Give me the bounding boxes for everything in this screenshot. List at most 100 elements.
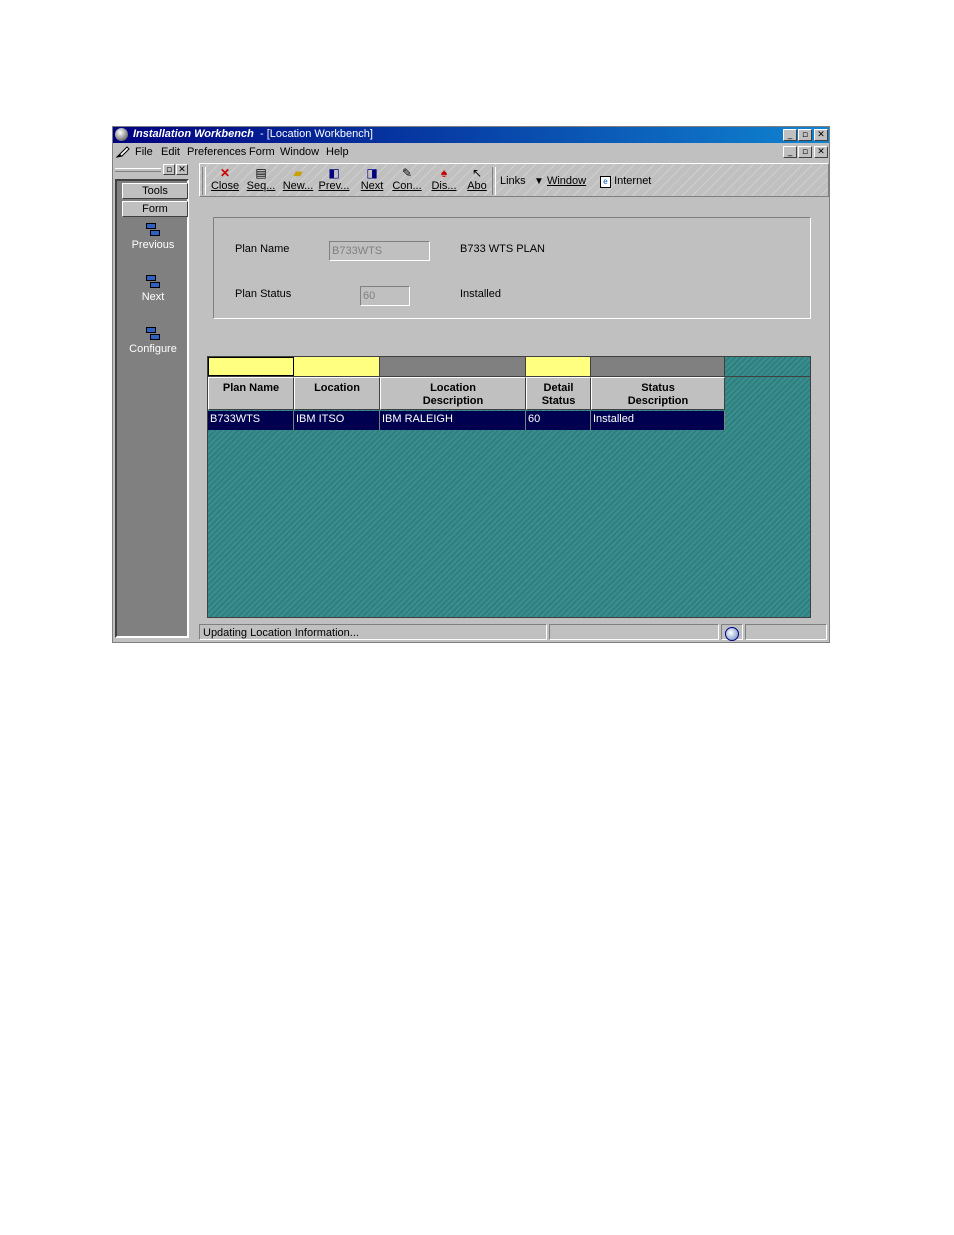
about-button[interactable]: ↖ Abo	[465, 166, 489, 192]
child-close-button[interactable]: ✕	[814, 146, 828, 158]
new-button[interactable]: ▰ New...	[282, 166, 314, 192]
dropdown-arrow-icon: ▼	[534, 176, 544, 187]
configure-button[interactable]: ✎ Con...	[391, 166, 423, 192]
minimize-button[interactable]: _	[783, 129, 797, 141]
document-icon: ▤	[255, 166, 267, 180]
links-menu[interactable]: Links	[500, 175, 526, 187]
status-pane-3	[721, 624, 743, 641]
cell-status-description[interactable]: Installed	[591, 411, 725, 430]
internet-link[interactable]: e Internet	[600, 175, 651, 188]
exit-previous[interactable]: Previous	[117, 223, 189, 251]
cell-detail-status[interactable]: 60	[526, 411, 591, 430]
child-minimize-button[interactable]: _	[783, 146, 797, 158]
tab-tools[interactable]: Tools	[122, 183, 188, 199]
internet-link-label: Internet	[614, 175, 652, 187]
column-header-plan-name[interactable]: Plan Name	[208, 377, 294, 410]
qbe-location-description[interactable]	[380, 357, 526, 376]
status-pane-4	[745, 624, 827, 640]
column-header-line: Plan Name	[222, 382, 280, 394]
next-button[interactable]: ◨ Next	[357, 166, 387, 192]
column-header-location-description[interactable]: Location Description	[380, 377, 526, 410]
cell-location[interactable]: IBM ITSO	[294, 411, 380, 430]
close-x-icon: ✕	[219, 166, 231, 180]
menu-edit[interactable]: Edit	[161, 146, 180, 158]
sequence-button[interactable]: ▤ Seq...	[246, 166, 276, 192]
grip-lines	[115, 168, 161, 172]
next-icon	[146, 275, 160, 289]
configure-label: Con...	[392, 180, 422, 192]
menu-form[interactable]: Form	[249, 146, 275, 158]
plan-status-label: Plan Status	[235, 288, 292, 300]
minimize-icon: _	[787, 147, 793, 157]
exit-previous-label: Previous	[131, 239, 175, 251]
close-window-button[interactable]: ✕	[814, 129, 828, 141]
form-area: Plan Name B733WTS B733 WTS PLAN Plan Sta…	[199, 199, 829, 623]
window-link[interactable]: ▼ Window	[534, 175, 586, 187]
panel-grip: ▫ ✕	[113, 163, 191, 179]
app-title: Installation Workbench	[133, 128, 254, 140]
display-button[interactable]: ♠ Dis...	[428, 166, 460, 192]
about-help-icon: ↖	[471, 166, 483, 180]
restore-icon: ▫	[165, 165, 173, 175]
close-icon: ✕	[817, 147, 825, 157]
next-record-icon: ◨	[366, 166, 378, 180]
toolbar: ✕ Close ▤ Seq... ▰ New... ◧ Prev... ◨ Ne…	[199, 163, 829, 197]
plan-status-description: Installed	[460, 288, 501, 300]
tab-form[interactable]: Form	[122, 201, 188, 217]
column-header-line: Status	[541, 395, 576, 407]
qbe-status-description[interactable]	[591, 357, 725, 376]
plan-status-field[interactable]: 60	[360, 286, 410, 306]
panel-close-button[interactable]: ✕	[176, 164, 188, 175]
folder-open-icon: ▰	[293, 166, 303, 180]
cell-location-description[interactable]: IBM RALEIGH	[380, 411, 526, 430]
cell-plan-name[interactable]: B733WTS	[208, 411, 294, 430]
app-globe-icon	[115, 128, 128, 141]
child-restore-button[interactable]: ▫	[798, 146, 812, 158]
new-label: New...	[282, 180, 314, 192]
previous-record-icon: ◧	[328, 166, 340, 180]
toolbar-grip	[202, 167, 206, 195]
title-bar[interactable]: Installation Workbench - [Location Workb…	[113, 127, 829, 143]
restore-button[interactable]: ▫	[798, 129, 812, 141]
column-header-line: Detail	[543, 382, 574, 394]
menu-help[interactable]: Help	[326, 146, 349, 158]
status-bar: Updating Location Information...	[199, 623, 829, 641]
detail-grid: Plan Name Location Location Description …	[207, 356, 811, 618]
qbe-plan-name[interactable]	[208, 357, 294, 376]
previous-label: Prev...	[318, 180, 350, 192]
qbe-location[interactable]	[294, 357, 380, 376]
display-label: Dis...	[431, 180, 457, 192]
column-header-line: Location	[314, 382, 360, 394]
menu-window[interactable]: Window	[280, 146, 319, 158]
column-header-line: Status	[641, 382, 675, 394]
previous-button[interactable]: ◧ Prev...	[318, 166, 350, 192]
qbe-detail-status[interactable]	[526, 357, 591, 376]
close-icon: ✕	[817, 130, 825, 140]
menu-preferences[interactable]: Preferences	[187, 146, 246, 158]
panel-restore-button[interactable]: ▫	[163, 164, 175, 175]
sequence-label: Seq...	[246, 180, 276, 192]
application-window: Installation Workbench - [Location Workb…	[112, 126, 830, 643]
close-button[interactable]: ✕ Close	[210, 166, 240, 192]
window-link-label: Window	[546, 175, 587, 187]
column-header-line: Description	[627, 395, 689, 407]
form-pen-icon	[115, 145, 130, 158]
internet-page-icon: e	[600, 176, 611, 188]
column-header-detail-status[interactable]: Detail Status	[526, 377, 591, 410]
previous-icon	[146, 223, 160, 237]
column-header-location[interactable]: Location	[294, 377, 380, 410]
exit-configure[interactable]: Configure	[117, 327, 189, 355]
plan-name-description: B733 WTS PLAN	[460, 243, 545, 255]
status-pane-2	[549, 624, 719, 640]
close-label: Close	[210, 180, 240, 192]
minimize-icon: _	[787, 130, 793, 140]
close-icon: ✕	[178, 165, 186, 175]
menu-file[interactable]: File	[135, 146, 153, 158]
plan-name-field[interactable]: B733WTS	[329, 241, 430, 261]
restore-icon: ▫	[801, 147, 809, 157]
globe-icon	[725, 627, 739, 641]
exit-next[interactable]: Next	[117, 275, 189, 303]
display-icon: ♠	[440, 166, 448, 180]
configure-tool-icon: ✎	[401, 166, 413, 180]
column-header-status-description[interactable]: Status Description	[591, 377, 725, 410]
